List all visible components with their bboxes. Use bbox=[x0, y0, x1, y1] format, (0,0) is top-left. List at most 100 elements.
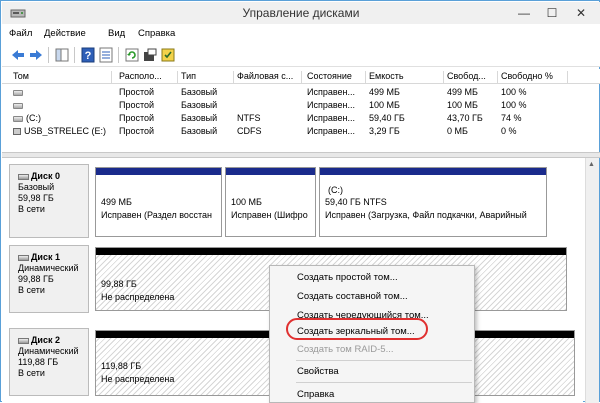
menu-item-help[interactable]: Справка bbox=[297, 389, 334, 400]
properties-icon[interactable] bbox=[98, 47, 114, 63]
menu-file[interactable]: Файл bbox=[9, 28, 32, 39]
disk-icon bbox=[18, 337, 29, 344]
volume-row[interactable]: (C:) Простой Базовый NTFS Исправен... 59… bbox=[2, 113, 600, 125]
close-button[interactable]: ✕ bbox=[566, 4, 596, 22]
toolbar-separator bbox=[118, 47, 119, 63]
unallocated-bar bbox=[96, 248, 566, 255]
disk-management-window: Управление дисками — ☐ ✕ Файл Действие В… bbox=[0, 0, 600, 403]
usb-drive-icon bbox=[13, 128, 21, 136]
volume-name: USB_STRELEC (E:) bbox=[24, 126, 107, 136]
disk-size: 119,88 ГБ bbox=[18, 357, 59, 367]
menu-help[interactable]: Справка bbox=[138, 28, 175, 39]
disk-0-label[interactable]: Диск 0 Базовый 59,98 ГБ В сети bbox=[9, 164, 89, 238]
volume-status: Исправен... bbox=[307, 100, 356, 110]
toolbar-separator bbox=[48, 47, 49, 63]
volume-icon bbox=[13, 115, 23, 122]
volume-filesystem: NTFS bbox=[237, 113, 261, 123]
menu-separator bbox=[296, 360, 472, 361]
volume-free: 43,70 ГБ bbox=[447, 113, 483, 123]
partition-recovery[interactable]: 499 МБ Исправен (Раздел восстан bbox=[95, 167, 222, 237]
volume-layout: Простой bbox=[119, 113, 155, 123]
menu-action[interactable]: Действие bbox=[44, 28, 86, 39]
volume-row[interactable]: USB_STRELEC (E:) Простой Базовый CDFS Ис… bbox=[2, 126, 600, 138]
disk-type: Базовый bbox=[18, 182, 55, 192]
scroll-up-arrow-icon[interactable]: ▲ bbox=[588, 161, 595, 168]
disk-state: В сети bbox=[18, 285, 45, 295]
disk-type: Динамический bbox=[18, 263, 79, 273]
unallocated-size: 119,88 ГБ bbox=[101, 361, 142, 371]
volume-free: 499 МБ bbox=[447, 87, 478, 97]
disk-1-label[interactable]: Диск 1 Динамический 99,88 ГБ В сети bbox=[9, 245, 89, 313]
volume-free-percent: 100 % bbox=[501, 100, 527, 110]
volume-capacity: 59,40 ГБ bbox=[369, 113, 405, 123]
partition-size: 499 МБ bbox=[101, 197, 132, 207]
volume-layout: Простой bbox=[119, 87, 155, 97]
highlight-ring-annotation bbox=[286, 318, 428, 340]
volume-capacity: 3,29 ГБ bbox=[369, 126, 400, 136]
volume-status: Исправен... bbox=[307, 126, 356, 136]
minimize-button[interactable]: — bbox=[510, 4, 538, 22]
disk-2-label[interactable]: Диск 2 Динамический 119,88 ГБ В сети bbox=[9, 328, 89, 396]
disk-icon bbox=[18, 254, 29, 261]
column-header-type[interactable]: Тип bbox=[178, 71, 234, 84]
help-icon[interactable]: ? bbox=[80, 47, 96, 63]
volume-free-percent: 0 % bbox=[501, 126, 517, 136]
volume-filesystem: CDFS bbox=[237, 126, 262, 136]
settings-icon[interactable] bbox=[160, 47, 176, 63]
partition-bar bbox=[226, 168, 315, 175]
volume-free-percent: 74 % bbox=[501, 113, 522, 123]
forward-arrow-icon[interactable] bbox=[28, 47, 44, 63]
menu-view[interactable]: Вид bbox=[108, 28, 125, 39]
maximize-button[interactable]: ☐ bbox=[538, 4, 566, 22]
disk-size: 59,98 ГБ bbox=[18, 193, 54, 203]
menu-item-create-raid5-volume: Создать том RAID-5... bbox=[297, 344, 394, 355]
column-header-status[interactable]: Состояние bbox=[304, 71, 366, 84]
refresh-icon[interactable] bbox=[124, 47, 140, 63]
back-arrow-icon[interactable] bbox=[10, 47, 26, 63]
vertical-scrollbar[interactable] bbox=[585, 158, 599, 403]
column-header-free[interactable]: Свобод... bbox=[444, 71, 498, 84]
partition-status: Исправен (Раздел восстан bbox=[101, 210, 212, 220]
toolbar: ? bbox=[2, 43, 600, 67]
console-tree-icon[interactable] bbox=[54, 47, 70, 63]
disk-state: В сети bbox=[18, 368, 45, 378]
volume-list-header: Том Располо... Тип Файловая с... Состоян… bbox=[2, 69, 600, 84]
partition-bar bbox=[96, 168, 221, 175]
menu-item-create-spanned-volume[interactable]: Создать составной том... bbox=[297, 291, 408, 302]
volume-icon bbox=[13, 102, 23, 109]
volume-capacity: 499 МБ bbox=[369, 87, 400, 97]
volume-free: 100 МБ bbox=[447, 100, 478, 110]
volume-type: Базовый bbox=[181, 87, 218, 97]
disk-type: Динамический bbox=[18, 346, 79, 356]
disk-name: Диск 2 bbox=[31, 335, 60, 345]
volume-capacity: 100 МБ bbox=[369, 100, 400, 110]
column-header-volume[interactable]: Том bbox=[10, 71, 112, 84]
volume-layout: Простой bbox=[119, 100, 155, 110]
volume-free-percent: 100 % bbox=[501, 87, 527, 97]
menu-item-create-simple-volume[interactable]: Создать простой том... bbox=[297, 272, 398, 283]
volume-row[interactable]: Простой Базовый Исправен... 499 МБ 499 М… bbox=[2, 87, 600, 99]
export-icon[interactable] bbox=[142, 47, 158, 63]
unallocated-status: Не распределена bbox=[101, 374, 175, 384]
menu-bar: Файл Действие Вид Справка bbox=[2, 24, 600, 43]
volume-name: (C:) bbox=[26, 113, 41, 123]
svg-text:?: ? bbox=[85, 50, 92, 62]
volume-row[interactable]: Простой Базовый Исправен... 100 МБ 100 М… bbox=[2, 100, 600, 112]
volume-icon bbox=[13, 89, 23, 96]
partition-efi[interactable]: 100 МБ Исправен (Шифро bbox=[225, 167, 316, 237]
volume-layout: Простой bbox=[119, 126, 155, 136]
partition-title: (C:) bbox=[328, 185, 343, 195]
volume-status: Исправен... bbox=[307, 87, 356, 97]
volume-status: Исправен... bbox=[307, 113, 356, 123]
column-header-layout[interactable]: Располо... bbox=[116, 71, 178, 84]
toolbar-separator bbox=[74, 47, 75, 63]
volume-type: Базовый bbox=[181, 100, 218, 110]
disk-icon bbox=[18, 173, 29, 180]
partition-size: 100 МБ bbox=[231, 197, 262, 207]
column-header-capacity[interactable]: Емкость bbox=[366, 71, 444, 84]
partition-c[interactable]: (C:) 59,40 ГБ NTFS Исправен (Загрузка, Ф… bbox=[319, 167, 547, 237]
column-header-free-percent[interactable]: Свободно % bbox=[498, 71, 568, 84]
menu-item-properties[interactable]: Свойства bbox=[297, 366, 339, 377]
column-header-filesystem[interactable]: Файловая с... bbox=[234, 71, 302, 84]
menu-separator bbox=[296, 382, 472, 383]
